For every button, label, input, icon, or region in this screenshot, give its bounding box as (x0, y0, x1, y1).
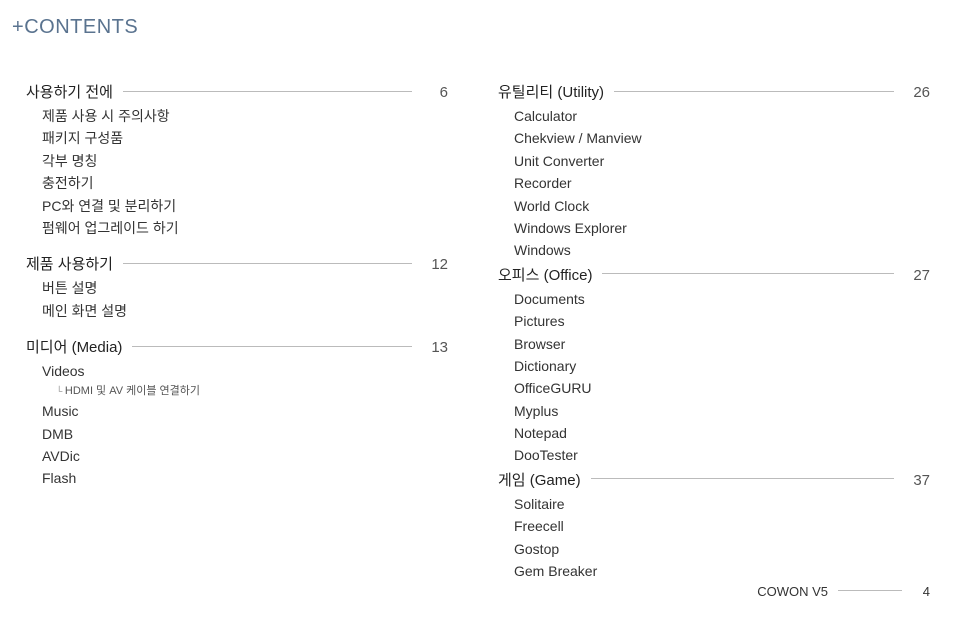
toc-sub-item: 각부 명칭 (42, 150, 448, 172)
toc-page-number: 12 (420, 253, 448, 277)
toc-sub-item: Windows Explorer (514, 217, 930, 239)
toc-sub-item: 펌웨어 업그레이드 하기 (42, 217, 448, 239)
toc-page-number: 6 (420, 81, 448, 105)
toc-sub-item: Notepad (514, 422, 930, 444)
toc-page-number: 26 (902, 81, 930, 105)
column-left: 사용하기 전에 6제품 사용 시 주의사항패키지 구성품각부 명칭충전하기PC와 … (26, 81, 478, 584)
toc-sub-item: Gem Breaker (514, 560, 930, 582)
leader-line (123, 91, 412, 92)
toc-sub-item: Solitaire (514, 493, 930, 515)
toc-section-row: 사용하기 전에 6 (26, 81, 448, 105)
toc-sub-list: 버튼 설명메인 화면 설명 (26, 277, 448, 322)
toc-section-title: 게임 (Game) (498, 469, 581, 493)
toc-section-title: 유틸리티 (Utility) (498, 81, 604, 105)
toc-sub-item: Freecell (514, 515, 930, 537)
toc-page-number: 37 (902, 469, 930, 493)
toc-section-title: 제품 사용하기 (26, 253, 113, 277)
toc-section-row: 미디어 (Media) 13 (26, 336, 448, 360)
toc-sub-item: 패키지 구성품 (42, 127, 448, 149)
footer-label: COWON V5 (757, 584, 828, 599)
toc-sub-item: AVDic (42, 445, 448, 467)
toc-section-row: 유틸리티 (Utility) 26 (498, 81, 930, 105)
toc-section: 제품 사용하기 12버튼 설명메인 화면 설명 (26, 253, 448, 322)
toc-section: 미디어 (Media) 13VideosHDMI 및 AV 케이블 연결하기Mus… (26, 336, 448, 490)
toc-section: 게임 (Game) 37SolitaireFreecellGostopGem Br… (498, 469, 930, 583)
toc-sub-item: World Clock (514, 195, 930, 217)
toc-section-title: 미디어 (Media) (26, 336, 122, 360)
footer: COWON V5 4 (757, 584, 930, 599)
toc-section: 오피스 (Office) 27DocumentsPicturesBrowserDi… (498, 264, 930, 467)
toc-page-number: 13 (420, 336, 448, 360)
toc-section-row: 제품 사용하기 12 (26, 253, 448, 277)
toc-sub-item: 버튼 설명 (42, 277, 448, 299)
toc-sub-item: OfficeGURU (514, 377, 930, 399)
toc-sub-item: 제품 사용 시 주의사항 (42, 105, 448, 127)
toc-sub-item: Recorder (514, 172, 930, 194)
toc-section: 유틸리티 (Utility) 26CalculatorChekview / Man… (498, 81, 930, 262)
toc-section-title: 사용하기 전에 (26, 81, 113, 105)
toc-sub-list: DocumentsPicturesBrowserDictionaryOffice… (498, 288, 930, 467)
toc-sub-item: Music (42, 400, 448, 422)
toc-sub-item: Pictures (514, 310, 930, 332)
toc-sub-item: Documents (514, 288, 930, 310)
toc-sub-item: Windows (514, 239, 930, 261)
footer-leader-line (838, 590, 902, 591)
toc-sub-item: PC와 연결 및 분리하기 (42, 195, 448, 217)
toc-section-row: 오피스 (Office) 27 (498, 264, 930, 288)
footer-page-number: 4 (912, 584, 930, 599)
toc-sub-item: Gostop (514, 538, 930, 560)
leader-line (132, 346, 412, 347)
toc-sub-item: DMB (42, 423, 448, 445)
toc-sub-item: Dictionary (514, 355, 930, 377)
contents-area: 사용하기 전에 6제품 사용 시 주의사항패키지 구성품각부 명칭충전하기PC와 … (0, 39, 960, 584)
toc-sub-list: VideosHDMI 및 AV 케이블 연결하기MusicDMBAVDicFla… (26, 360, 448, 490)
leader-line (591, 478, 894, 479)
leader-line (602, 273, 894, 274)
leader-line (123, 263, 412, 264)
toc-sub-item: 충전하기 (42, 172, 448, 194)
toc-sub-list: 제품 사용 시 주의사항패키지 구성품각부 명칭충전하기PC와 연결 및 분리하… (26, 105, 448, 239)
toc-sub-item: Flash (42, 467, 448, 489)
toc-section-title: 오피스 (Office) (498, 264, 592, 288)
toc-sub-sub-list: HDMI 및 AV 케이블 연결하기 (42, 383, 448, 401)
toc-page-number: 27 (902, 264, 930, 288)
toc-sub-list: CalculatorChekview / ManviewUnit Convert… (498, 105, 930, 262)
toc-sub-item: DooTester (514, 444, 930, 466)
toc-sub-item: 메인 화면 설명 (42, 300, 448, 322)
toc-sub-sub-item: HDMI 및 AV 케이블 연결하기 (56, 383, 448, 401)
toc-sub-item: Videos (42, 360, 448, 382)
toc-sub-item: Chekview / Manview (514, 127, 930, 149)
column-right: 유틸리티 (Utility) 26CalculatorChekview / Man… (478, 81, 930, 584)
toc-sub-item: Myplus (514, 400, 930, 422)
plus-symbol: + (12, 16, 24, 38)
toc-sub-list: SolitaireFreecellGostopGem Breaker (498, 493, 930, 583)
toc-sub-item: Unit Converter (514, 150, 930, 172)
page-header: +CONTENTS (0, 0, 960, 39)
toc-sub-item: Browser (514, 333, 930, 355)
toc-sub-item: Calculator (514, 105, 930, 127)
contents-title: CONTENTS (24, 16, 138, 38)
toc-section: 사용하기 전에 6제품 사용 시 주의사항패키지 구성품각부 명칭충전하기PC와 … (26, 81, 448, 239)
toc-section-row: 게임 (Game) 37 (498, 469, 930, 493)
leader-line (614, 91, 894, 92)
